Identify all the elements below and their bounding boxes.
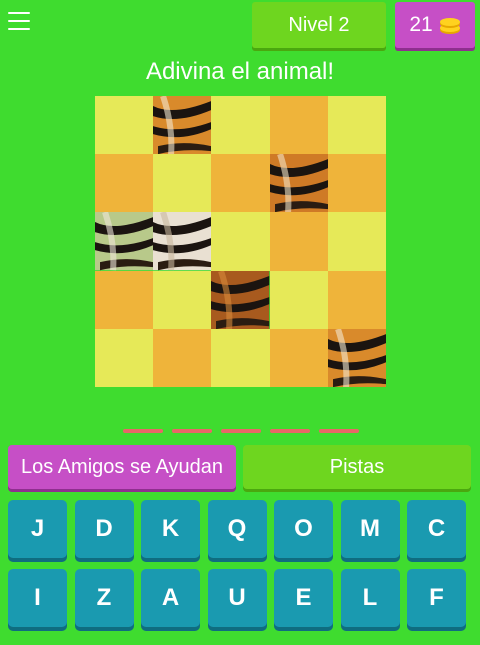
letter-key-j[interactable]: J (8, 500, 67, 558)
hidden-tile (211, 154, 270, 213)
hidden-tile (327, 154, 386, 213)
hidden-tile (211, 328, 270, 387)
hidden-tile (327, 212, 386, 271)
hidden-tile (153, 154, 212, 213)
hidden-tile (95, 154, 154, 213)
hints-button[interactable]: Pistas (243, 445, 471, 489)
coin-counter[interactable]: 21 (395, 2, 475, 48)
letter-key-l[interactable]: L (340, 569, 400, 627)
puzzle-grid (95, 96, 386, 387)
coins-icon (439, 18, 460, 34)
answer-slot (172, 429, 212, 433)
letter-key-u[interactable]: U (207, 569, 267, 627)
answer-slot (221, 429, 261, 433)
letter-key-e[interactable]: E (274, 569, 333, 627)
hints-label: Pistas (329, 455, 385, 478)
hidden-tile (95, 328, 154, 387)
hidden-tile (327, 96, 386, 155)
letter-key-k[interactable]: K (141, 500, 200, 558)
hidden-tile (327, 270, 386, 329)
revealed-tile (211, 270, 270, 329)
letter-key-i[interactable]: I (8, 569, 67, 627)
hidden-tile (269, 96, 328, 155)
letter-key-q[interactable]: Q (207, 500, 267, 558)
revealed-tile (327, 328, 386, 387)
answer-slots (123, 429, 359, 433)
level-badge: Nivel 2 (252, 2, 386, 48)
question-title: Adivina el animal! (145, 58, 335, 85)
letter-key-a[interactable]: A (141, 569, 200, 627)
answer-slot (319, 429, 359, 433)
hidden-tile (95, 96, 154, 155)
hidden-tile (153, 328, 212, 387)
revealed-tile (153, 212, 212, 271)
answer-slot (270, 429, 310, 433)
revealed-tile (269, 154, 328, 213)
hidden-tile (153, 270, 212, 329)
letter-key-f[interactable]: F (407, 569, 466, 627)
letter-key-c[interactable]: C (407, 500, 466, 558)
hidden-tile (269, 328, 328, 387)
revealed-tile (95, 212, 154, 271)
revealed-tile (153, 96, 212, 155)
menu-icon[interactable] (8, 12, 30, 32)
hidden-tile (95, 270, 154, 329)
letter-key-d[interactable]: D (74, 500, 134, 558)
letter-key-z[interactable]: Z (74, 569, 134, 627)
letter-key-o[interactable]: O (274, 500, 333, 558)
friends-help-label: Los Amigos se Ayudan (21, 455, 223, 478)
hidden-tile (211, 96, 270, 155)
coin-count: 21 (409, 13, 433, 36)
hidden-tile (211, 212, 270, 271)
answer-slot (123, 429, 163, 433)
hidden-tile (269, 212, 328, 271)
level-label: Nivel 2 (288, 13, 350, 36)
hidden-tile (269, 270, 328, 329)
friends-help-button[interactable]: Los Amigos se Ayudan (8, 445, 236, 489)
letter-key-m[interactable]: M (340, 500, 400, 558)
